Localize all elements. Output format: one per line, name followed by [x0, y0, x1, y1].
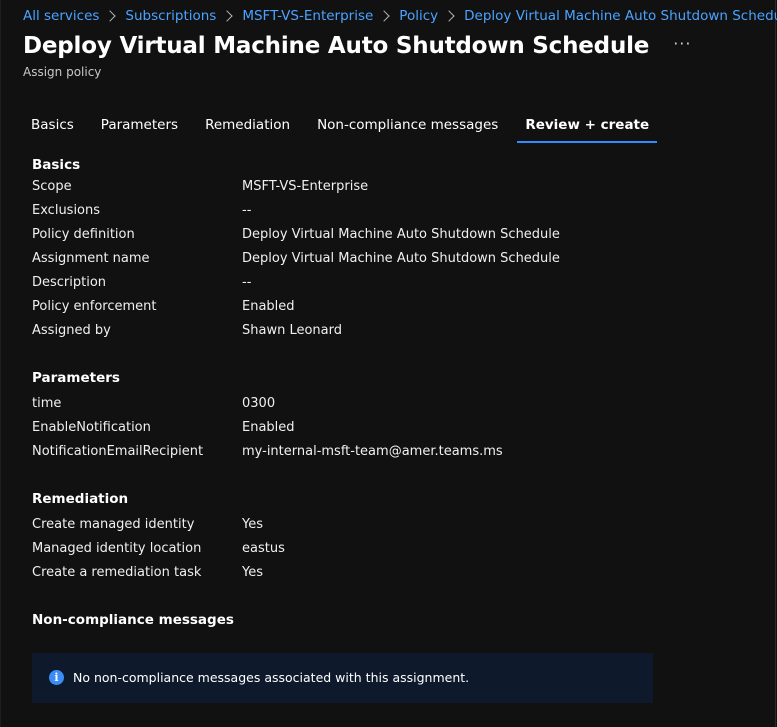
row-label: Exclusions: [32, 203, 101, 218]
row-label: Policy definition: [32, 227, 135, 242]
summary-row-time: time 0300: [32, 396, 632, 414]
row-value: Enabled: [242, 299, 295, 314]
section-title-parameters: Parameters: [32, 370, 120, 386]
summary-row-assigned-by: Assigned by Shawn Leonard: [32, 323, 632, 341]
row-label: time: [32, 396, 62, 411]
chevron-right-icon: [378, 10, 390, 22]
summary-row-create-remediation-task: Create a remediation task Yes: [32, 565, 632, 583]
row-value: Deploy Virtual Machine Auto Shutdown Sch…: [242, 227, 560, 242]
info-icon: i: [49, 670, 64, 685]
tab-strip: Basics Parameters Remediation Non-compli…: [23, 117, 668, 143]
row-value: Enabled: [242, 420, 295, 435]
tab-non-compliance-messages[interactable]: Non-compliance messages: [309, 117, 506, 141]
tab-parameters[interactable]: Parameters: [93, 117, 186, 141]
summary-row-exclusions: Exclusions --: [32, 203, 632, 221]
tab-review-create[interactable]: Review + create: [517, 117, 658, 143]
breadcrumb-policy-definition[interactable]: Deploy Virtual Machine Auto Shutdown Sch…: [464, 8, 777, 24]
row-value: my-internal-msft-team@amer.teams.ms: [242, 444, 503, 459]
row-value: MSFT-VS-Enterprise: [242, 179, 369, 194]
row-value: Deploy Virtual Machine Auto Shutdown Sch…: [242, 251, 560, 266]
row-label: Assigned by: [32, 323, 111, 338]
breadcrumb-subscriptions[interactable]: Subscriptions: [125, 8, 216, 24]
row-label: Assignment name: [32, 251, 150, 266]
tab-basics[interactable]: Basics: [23, 117, 82, 141]
row-label: Scope: [32, 179, 72, 194]
breadcrumb-all-services[interactable]: All services: [23, 8, 99, 24]
row-value: Yes: [242, 565, 263, 580]
summary-row-scope: Scope MSFT-VS-Enterprise: [32, 179, 632, 197]
row-value: Shawn Leonard: [242, 323, 343, 338]
row-value: eastus: [242, 541, 285, 556]
summary-row-managed-identity-location: Managed identity location eastus: [32, 541, 632, 559]
row-label: NotificationEmailRecipient: [32, 444, 204, 459]
row-value: --: [242, 275, 252, 290]
section-title-remediation: Remediation: [32, 491, 129, 507]
row-value: Yes: [242, 517, 263, 532]
page-subtitle: Assign policy: [23, 65, 102, 79]
info-banner-text: No non-compliance messages associated wi…: [73, 670, 470, 685]
row-label: Policy enforcement: [32, 299, 157, 314]
breadcrumb: All services Subscriptions MSFT-VS-Enter…: [23, 6, 777, 26]
chevron-right-icon: [104, 10, 117, 22]
tab-remediation[interactable]: Remediation: [197, 117, 298, 141]
summary-row-policy-definition: Policy definition Deploy Virtual Machine…: [32, 227, 632, 245]
breadcrumb-policy[interactable]: Policy: [399, 8, 438, 24]
row-label: Create a remediation task: [32, 565, 202, 580]
summary-row-enable-notification: EnableNotification Enabled: [32, 420, 632, 438]
summary-row-description: Description --: [32, 275, 632, 293]
breadcrumb-subscription[interactable]: MSFT-VS-Enterprise: [242, 8, 373, 24]
blade: All services Subscriptions MSFT-VS-Enter…: [0, 0, 777, 727]
row-value: 0300: [242, 396, 276, 411]
summary-row-notification-email-recipient: NotificationEmailRecipient my-internal-m…: [32, 444, 632, 462]
row-value: --: [242, 203, 252, 218]
section-title-non-compliance-messages: Non-compliance messages: [32, 612, 234, 628]
chevron-right-icon: [221, 10, 234, 22]
info-banner: i No non-compliance messages associated …: [32, 653, 653, 703]
row-label: Create managed identity: [32, 517, 195, 532]
more-options-icon[interactable]: ···: [673, 34, 691, 53]
row-label: Description: [32, 275, 107, 290]
summary-row-policy-enforcement: Policy enforcement Enabled: [32, 299, 632, 317]
chevron-right-icon: [443, 10, 455, 22]
title-row: Deploy Virtual Machine Auto Shutdown Sch…: [23, 33, 691, 59]
summary-row-assignment-name: Assignment name Deploy Virtual Machine A…: [32, 251, 632, 269]
page-title: Deploy Virtual Machine Auto Shutdown Sch…: [23, 33, 650, 59]
summary-row-create-managed-identity: Create managed identity Yes: [32, 517, 632, 535]
row-label: EnableNotification: [32, 420, 151, 435]
row-label: Managed identity location: [32, 541, 202, 556]
section-title-basics: Basics: [32, 157, 81, 173]
